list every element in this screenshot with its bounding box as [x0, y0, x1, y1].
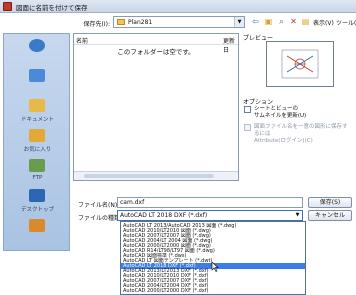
file-list[interactable]: 名前 更新日 このフォルダーは空です。: [73, 33, 239, 181]
filetype-dropdown: AutoCAD LT 2013/AutoCAD 2013 図面 (*.dwg) …: [120, 221, 306, 295]
drawing-preview-icon: [281, 49, 319, 79]
app-icon: [3, 2, 12, 11]
preview-thumbnail: [266, 41, 334, 87]
filename-label: ファイル名(N):: [78, 202, 120, 209]
empty-folder-message: このフォルダーは空です。: [117, 48, 195, 56]
save-button[interactable]: 保存(S): [308, 197, 352, 208]
delete-icon[interactable]: ✕: [288, 16, 299, 27]
chevron-down-icon[interactable]: ▼: [293, 211, 302, 220]
window-title: 図面に名前を付けて保存: [16, 4, 88, 12]
header-divider: [74, 44, 238, 45]
place-history[interactable]: [4, 36, 71, 66]
options-label: オプション: [243, 99, 274, 106]
chevron-down-icon[interactable]: ▼: [234, 17, 244, 27]
unique-file-checkbox[interactable]: [244, 124, 251, 131]
save-in-combo[interactable]: Plan281 ▼: [113, 16, 245, 28]
scrollbar-thumb[interactable]: [84, 174, 214, 178]
filetype-value: AutoCAD LT 2018 DXF (*.dxf): [120, 212, 208, 219]
unique-file-label: 図面ファイル名を一意の図形に保存するには Attribute(ログイン)(C): [254, 124, 348, 144]
network-icon: [29, 69, 45, 82]
place-ftp[interactable]: FTP: [4, 156, 71, 186]
cancel-button[interactable]: キャンセル: [308, 210, 352, 221]
place-desktop[interactable]: デスクトップ: [4, 186, 71, 216]
tools-menu[interactable]: ツール(L): [336, 18, 356, 27]
filetype-select[interactable]: AutoCAD LT 2018 DXF (*.dxf) ▼: [117, 210, 303, 221]
horizontal-scrollbar[interactable]: [74, 171, 238, 180]
mouse-cursor-icon: [211, 262, 219, 272]
dropdown-item[interactable]: AutoCAD 2000/LT2000 DXF (*.dxf): [121, 288, 305, 294]
place-favorites[interactable]: お気に入り: [4, 126, 71, 156]
filename-input[interactable]: cam.dxf: [117, 197, 303, 208]
search-icon[interactable]: ⌕: [276, 16, 287, 27]
save-in-label: 保存先(I):: [83, 21, 110, 28]
favorites-icon: [29, 129, 45, 142]
title-bar: 図面に名前を付けて保存: [0, 0, 356, 13]
folder-icon: [117, 19, 125, 25]
views-menu[interactable]: 表示(V): [313, 18, 334, 27]
desktop-icon: [29, 189, 45, 202]
place-documents[interactable]: ドキュメント: [4, 96, 71, 126]
new-folder-icon[interactable]: ▤: [300, 16, 311, 27]
place-network[interactable]: [4, 66, 71, 96]
documents-icon: [29, 99, 45, 112]
place-buzzsaw[interactable]: [4, 216, 71, 246]
up-folder-icon[interactable]: ▣: [263, 16, 274, 27]
update-thumbnail-label: シートとビューの サムネイルを更新(U): [254, 106, 307, 119]
ftp-icon: [29, 159, 45, 172]
buzzsaw-icon: [29, 219, 45, 232]
places-bar: ドキュメント お気に入り FTP デスクトップ: [3, 33, 70, 251]
back-icon[interactable]: ⇦: [250, 16, 261, 27]
update-thumbnail-checkbox[interactable]: [244, 106, 251, 113]
save-in-value: Plan281: [128, 19, 153, 26]
history-icon: [29, 39, 45, 52]
